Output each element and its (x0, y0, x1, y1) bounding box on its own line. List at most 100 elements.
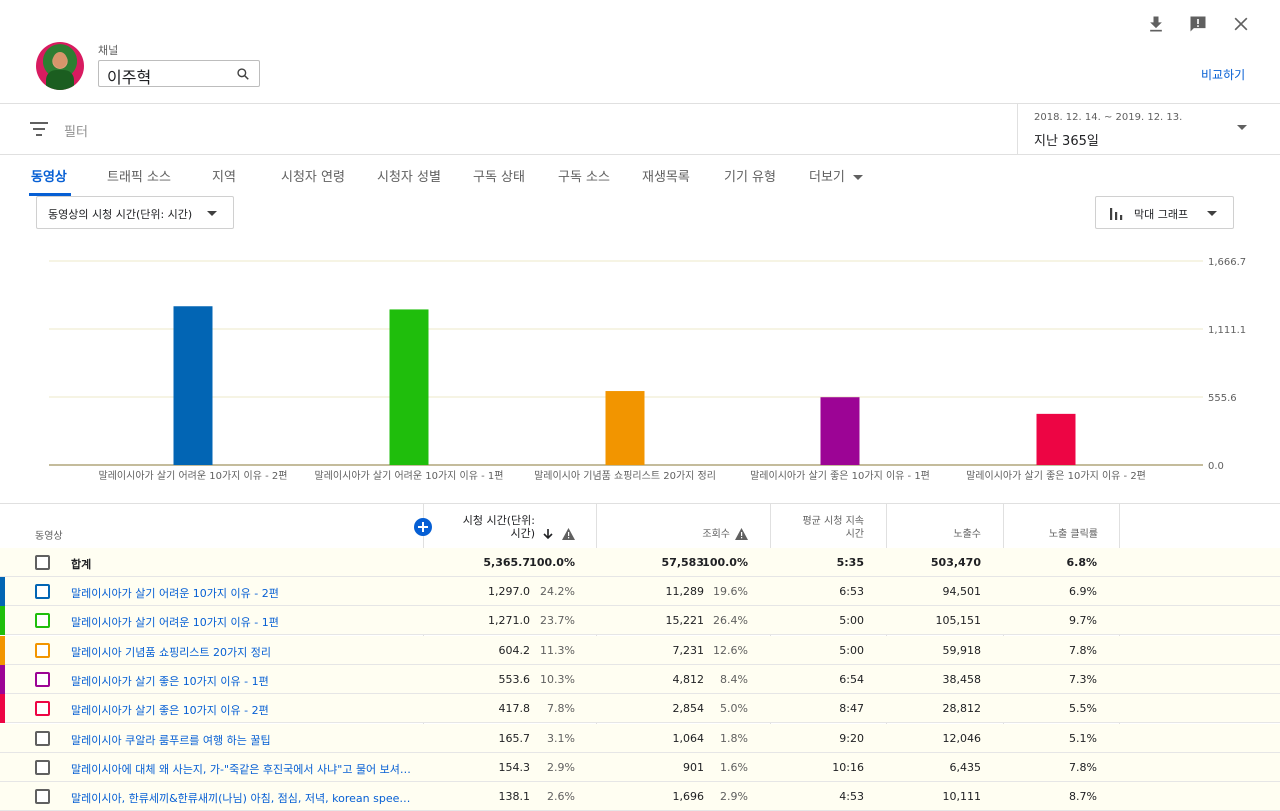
tab-geography[interactable]: 지역 (212, 166, 236, 185)
row-checkbox[interactable] (35, 642, 50, 658)
views-value: 57,583 (661, 556, 704, 569)
filter-input[interactable]: 필터 (64, 121, 88, 140)
watch-time-value: 553.6 (498, 672, 531, 686)
header-video[interactable]: 동영상 (35, 530, 63, 543)
header-impressions[interactable]: 노출수 (890, 528, 981, 541)
impressions-value: 59,918 (942, 643, 982, 657)
header-watch-time-line2: 시간) (510, 527, 535, 540)
chevron-down-icon (1237, 125, 1247, 130)
search-icon[interactable] (236, 67, 250, 81)
chart-bar[interactable] (173, 306, 213, 465)
row-checkbox[interactable] (35, 701, 50, 717)
video-title-link[interactable]: 말레이시아 기념품 쇼핑리스트 20가지 정리 (71, 644, 416, 660)
y-tick-label: 1,666.7 (1208, 257, 1246, 268)
chevron-down-icon (1207, 211, 1217, 216)
channel-name: 이주혁 (107, 68, 152, 87)
download-icon[interactable] (1146, 14, 1166, 34)
watch-time-value: 1,271.0 (488, 614, 530, 628)
channel-avatar[interactable] (36, 42, 84, 90)
chart-bar[interactable] (820, 397, 860, 465)
watch-time-percent: 23.7% (540, 614, 575, 628)
video-title-link[interactable]: 말레이시아가 살기 좋은 10가지 이유 - 1편 (71, 673, 416, 689)
row-checkbox[interactable] (35, 613, 50, 629)
sort-descending-icon[interactable] (542, 528, 554, 540)
warning-icon[interactable] (562, 528, 575, 540)
watch-time-value: 1,297.0 (488, 585, 530, 598)
table-row[interactable]: 말레이시아가 살기 좋은 10가지 이유 - 2편 417.8 7.8% 2,854 5… (0, 694, 1280, 724)
tab-subscription-source[interactable]: 구독 소스 (558, 166, 610, 185)
chevron-down-icon (207, 211, 217, 216)
table-row[interactable]: 말레이시아 기념품 쇼핑리스트 20가지 정리 604.2 11.3% 7,231 12… (0, 635, 1280, 665)
ctr-value: 9.7% (1069, 614, 1097, 628)
video-title-link[interactable]: 말레이시아가 살기 어려운 10가지 이유 - 1편 (71, 614, 416, 630)
header-views[interactable]: 조회수 (640, 528, 730, 541)
row-checkbox[interactable] (35, 789, 50, 805)
tab-videos[interactable]: 동영상 (31, 166, 67, 185)
watch-time-value: 417.8 (498, 702, 531, 716)
header-avg-duration[interactable]: 평균 시청 지속 시간 (780, 515, 864, 541)
video-title-link[interactable]: 말레이시아가 살기 좋은 10가지 이유 - 2편 (71, 702, 416, 718)
impressions-value: 6,435 (949, 760, 982, 774)
views-percent: 12.6% (713, 643, 748, 657)
views-percent: 100.0% (702, 556, 748, 569)
views-value: 1,696 (672, 790, 705, 804)
tab-viewer-age[interactable]: 시청자 연령 (281, 166, 345, 185)
row-checkbox[interactable] (35, 759, 50, 775)
video-title-link[interactable]: 말레이시아에 대체 왜 사는지, 가-"죽같은 후진국에서 사냐"고 물어 보셔… (71, 761, 416, 777)
chevron-down-icon (852, 175, 863, 180)
avg-duration-value: 5:00 (839, 614, 864, 628)
video-title-link[interactable]: 말레이시아 쿠알라 룸푸르를 여행 하는 꿀팁 (71, 732, 416, 748)
watch-time-percent: 100.0% (529, 556, 575, 569)
impressions-value: 94,501 (942, 585, 982, 598)
impressions-value: 38,458 (942, 672, 982, 686)
row-checkbox[interactable] (35, 671, 50, 687)
metric-selector-label: 동영상의 시청 시간(단위: 시간) (48, 208, 193, 221)
x-tick-label: 말레이시아가 살기 어려운 10가지 이유 - 1편 (315, 470, 504, 482)
row-checkbox[interactable] (35, 584, 50, 599)
feedback-icon[interactable] (1188, 14, 1208, 34)
chart-bar[interactable] (389, 309, 429, 465)
views-percent: 26.4% (713, 614, 748, 628)
date-range-selector[interactable]: 2018. 12. 14. ~ 2019. 12. 13. 지난 365일 (1017, 104, 1280, 155)
channel-search-input[interactable]: 이주혁 (98, 60, 260, 87)
impressions-value: 503,470 (930, 556, 981, 569)
tab-traffic-source[interactable]: 트래픽 소스 (107, 166, 171, 185)
table-row[interactable]: 말레이시아에 대체 왜 사는지, 가-"죽같은 후진국에서 사냐"고 물어 보셔… (0, 752, 1280, 782)
tab-more[interactable]: 더보기 (809, 166, 863, 185)
header-watch-time[interactable]: 시청 시간(단위: 시간) (430, 514, 535, 540)
table-row[interactable]: 말레이시아가 살기 어려운 10가지 이유 - 2편 1,297.0 24.2% 11… (0, 577, 1280, 606)
watch-time-value: 165.7 (498, 731, 531, 745)
row-checkbox[interactable] (35, 730, 50, 746)
total-row[interactable]: 합계 5,365.7 100.0% 57,583 100.0% 5:35 503,470 6.… (0, 548, 1280, 577)
views-value: 15,221 (665, 614, 705, 628)
tab-subscription-status[interactable]: 구독 상태 (473, 166, 525, 185)
chart-bar[interactable] (605, 391, 645, 465)
x-tick-label: 말레이시아가 살기 좋은 10가지 이유 - 1편 (750, 470, 930, 482)
tab-playlists[interactable]: 재생목록 (642, 166, 690, 185)
views-percent: 19.6% (713, 585, 748, 598)
close-icon[interactable] (1231, 14, 1251, 34)
tab-device-type[interactable]: 기기 유형 (724, 166, 776, 185)
table-row[interactable]: 말레이시아 쿠알라 룸푸르를 여행 하는 꿀팁 165.7 3.1% 1,064 1.8… (0, 723, 1280, 753)
warning-icon[interactable] (735, 528, 748, 540)
watch-time-percent: 7.8% (547, 702, 575, 716)
table-row[interactable]: 말레이시아가 살기 좋은 10가지 이유 - 1편 553.6 10.3% 4,812… (0, 664, 1280, 694)
video-title-link[interactable]: 말레이시아가 살기 어려운 10가지 이유 - 2편 (71, 585, 416, 601)
metric-selector[interactable]: 동영상의 시청 시간(단위: 시간) (36, 196, 234, 229)
chart-bar[interactable] (1036, 413, 1076, 465)
chart-type-selector[interactable]: 막대 그래프 (1095, 196, 1234, 229)
total-label: 합계 (71, 558, 92, 571)
bar-chart: 0.0 555.6 1,111.1 1,666.7 말레이시아가 살기 어려운 10가지… (49, 257, 1246, 482)
video-title-link[interactable]: 말레이시아, 한류세끼&한류새끼(나님) 아침, 점심, 저녁, korean … (71, 790, 416, 806)
compare-link[interactable]: 비교하기 (1201, 66, 1245, 83)
filter-icon[interactable] (30, 122, 48, 136)
avg-duration-value: 5:00 (839, 643, 864, 657)
table-row[interactable]: 말레이시아가 살기 어려운 10가지 이유 - 1편 1,271.0 23.7% 15… (0, 606, 1280, 636)
header-ctr[interactable]: 노출 클릭률 (1010, 528, 1098, 541)
avg-duration-value: 8:47 (839, 702, 864, 716)
tab-viewer-gender[interactable]: 시청자 성별 (377, 166, 441, 185)
table-row[interactable]: 말레이시아, 한류세끼&한류새끼(나님) 아침, 점심, 저녁, korean … (0, 782, 1280, 811)
x-tick-label: 말레이시아 기념품 쇼핑리스트 20가지 정리 (534, 470, 716, 482)
row-checkbox[interactable] (35, 555, 50, 570)
dimension-tabs: 동영상 트래픽 소스 지역 시청자 연령 시청자 성별 구독 상태 구독 소스 … (0, 155, 1280, 197)
